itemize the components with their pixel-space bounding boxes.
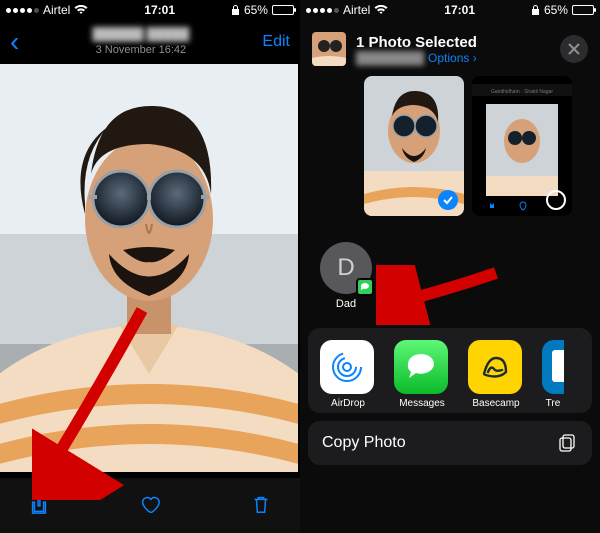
share-button[interactable] [28,492,50,519]
lock-icon [231,4,240,16]
nav-bar: ‹ ██████ █████ 3 November 16:42 Edit [0,20,300,64]
header-thumbnail [312,32,346,66]
action-copy-photo[interactable]: Copy Photo [308,421,592,465]
contact-name: Dad [318,298,374,310]
bottom-toolbar [0,478,300,533]
lock-icon [531,4,540,16]
messages-badge-icon [356,278,374,296]
share-contacts-row: D Dad [300,230,600,316]
app-trello[interactable]: Tre [542,340,564,409]
status-time: 17:01 [444,3,475,17]
status-bar: Airtel 17:01 65% [0,0,300,20]
battery-pct: 65% [244,3,268,17]
share-sheet-header: 1 Photo Selected ████████ Options › [300,20,600,76]
delete-button[interactable] [250,492,272,519]
signal-icon [6,8,39,13]
contact-dad[interactable]: D Dad [318,242,374,310]
heart-icon [139,492,161,516]
status-bar: Airtel 17:01 65% [300,0,600,20]
share-sheet-title: 1 Photo Selected [356,34,550,51]
battery-icon [572,5,594,15]
trash-icon [250,492,272,516]
svg-text:Gandhidham · Shakti Nagar: Gandhidham · Shakti Nagar [491,89,553,95]
share-thumb-1[interactable] [364,76,464,216]
share-icon [28,492,50,516]
battery-icon [272,5,294,15]
share-options-button[interactable]: Options › [428,51,477,65]
photo-date: 3 November 16:42 [96,44,187,56]
close-icon [568,43,580,55]
check-icon [438,190,458,210]
trello-icon [542,340,564,394]
status-time: 17:01 [144,3,175,17]
copy-icon [558,433,578,453]
unselected-circle-icon [546,190,566,210]
share-sheet-subtitle-redacted: ████████ [356,51,424,65]
wifi-icon [74,5,88,15]
app-basecamp[interactable]: Basecamp [468,340,524,409]
app-label: Messages [394,398,450,409]
signal-icon [306,8,339,13]
basecamp-icon [468,340,522,394]
carrier-label: Airtel [43,3,70,17]
edit-button[interactable]: Edit [262,33,290,51]
share-apps-panel: AirDrop Messages Basecamp Tre [308,328,592,413]
app-label: Tre [542,398,564,409]
back-button[interactable]: ‹ [10,28,19,56]
share-thumb-2[interactable]: Gandhidham · Shakti Nagar [472,76,572,216]
app-airdrop[interactable]: AirDrop [320,340,376,409]
right-phone-share-sheet: Airtel 17:01 65% 1 Photo Selected ██████… [300,0,600,533]
left-phone-photos-app: Airtel 17:01 65% ‹ ██████ █████ 3 Novemb… [0,0,300,533]
action-label: Copy Photo [322,434,406,452]
app-label: AirDrop [320,398,376,409]
battery-pct: 65% [544,3,568,17]
app-label: Basecamp [468,398,524,409]
close-button[interactable] [560,35,588,63]
share-thumbnail-row[interactable]: Gandhidham · Shakti Nagar [300,76,600,230]
favorite-button[interactable] [139,492,161,519]
app-messages[interactable]: Messages [394,340,450,409]
photo-title-redacted: ██████ █████ [92,27,189,43]
photo-viewer[interactable] [0,64,298,472]
wifi-icon [374,5,388,15]
carrier-label: Airtel [343,3,370,17]
airdrop-icon [320,340,374,394]
messages-icon [394,340,448,394]
